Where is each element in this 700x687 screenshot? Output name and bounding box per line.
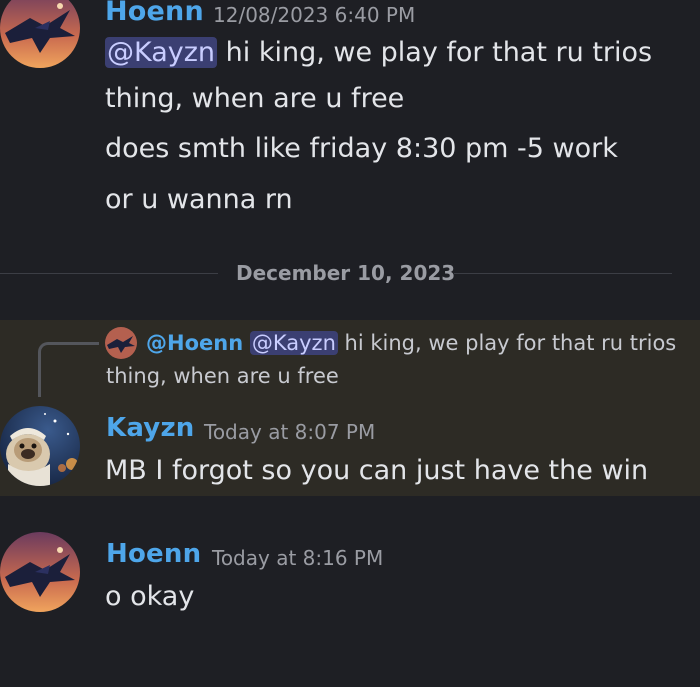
message-timestamp: Today at 8:07 PM (204, 420, 376, 444)
crow-avatar-icon (0, 0, 80, 68)
crow-avatar-icon (0, 532, 80, 612)
hoenn-avatar[interactable] (0, 532, 80, 612)
message-line: o okay (105, 581, 195, 612)
crow-avatar-icon (105, 327, 137, 359)
reply-connector (38, 342, 99, 397)
reply-author[interactable]: @Hoenn (146, 331, 243, 355)
message-line: @Kayzn hi king, we play for that ru trio… (105, 37, 652, 68)
message-line: or u wanna rn (105, 184, 293, 215)
reply-mention[interactable]: @Kayzn (249, 331, 338, 355)
chat-view: Hoenn 12/08/2023 6:40 PM @Kayzn hi king,… (0, 0, 700, 687)
username-kayzn[interactable]: Kayzn (106, 413, 194, 443)
reply-preview-line-2[interactable]: thing, when are u free (106, 364, 339, 388)
username-hoenn[interactable]: Hoenn (106, 539, 201, 569)
message-line: MB I forgot so you can just have the win (105, 455, 649, 486)
mention-kayzn[interactable]: @Kayzn (105, 37, 218, 68)
reply-avatar (105, 327, 137, 359)
message-line: thing, when are u free (105, 83, 405, 114)
divider-line-left (0, 273, 218, 274)
pug-avatar-icon (0, 406, 80, 486)
message-text: hi king, we play for that ru trios (217, 37, 653, 68)
kayzn-avatar[interactable] (0, 406, 80, 486)
message-timestamp: Today at 8:16 PM (212, 546, 384, 570)
hoenn-avatar[interactable] (0, 0, 80, 68)
divider-line-right (454, 273, 672, 274)
message-line: does smth like friday 8:30 pm -5 work (105, 133, 618, 164)
reply-preview-line[interactable]: @Hoenn @Kayzn hi king, we play for that … (146, 331, 676, 355)
date-divider: December 10, 2023 (236, 261, 456, 285)
reply-text: hi king, we play for that ru trios (337, 331, 677, 355)
message-timestamp: 12/08/2023 6:40 PM (213, 3, 416, 27)
username-hoenn[interactable]: Hoenn (105, 0, 204, 27)
